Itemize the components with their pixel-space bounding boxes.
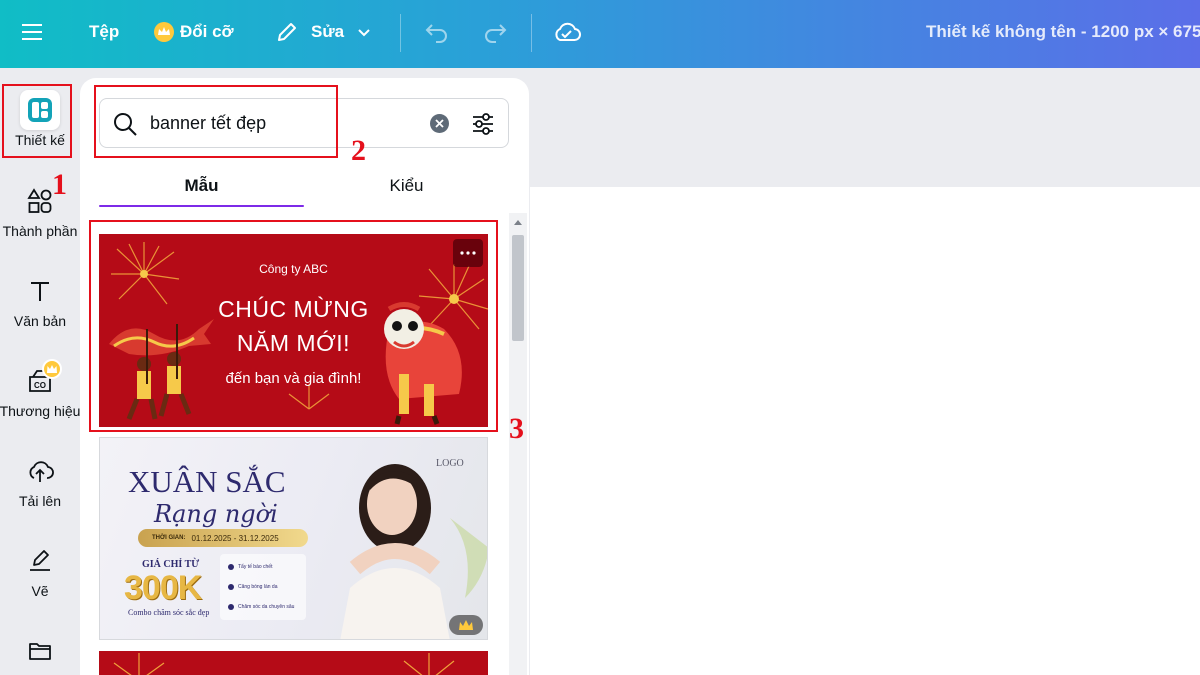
toolbar-divider (531, 14, 532, 52)
text-icon (20, 271, 60, 311)
premium-badge (449, 615, 483, 635)
save-status-button[interactable] (552, 0, 582, 64)
crown-icon (154, 22, 174, 42)
benefits-list: Tẩy tế bào chết Căng bóng làn da Chăm só… (220, 554, 306, 620)
top-toolbar: Tệp Đổi cỡ Sửa Thiết kế không tên - 1200… (0, 0, 1200, 68)
combo-text: Combo chăm sóc sắc đẹp (128, 608, 210, 617)
resize-button[interactable]: Đổi cỡ (153, 0, 234, 64)
cloud-check-icon (555, 22, 581, 41)
template-title-script: Rạng ngời (154, 500, 278, 528)
date-label: THỜI GIAN: (152, 535, 186, 541)
sidebar-item-uploads[interactable]: Tải lên (0, 451, 80, 509)
fireworks-illustration (113, 653, 455, 675)
crown-icon (459, 620, 473, 630)
resize-label: Đổi cỡ (180, 22, 234, 41)
redo-button[interactable] (482, 0, 508, 64)
template-logo-text: LOGO (436, 458, 464, 469)
sidebar-item-label: Thương hiệu (0, 403, 81, 419)
edit-menu-button[interactable]: Sửa (275, 0, 372, 64)
sidebar-item-brand[interactable]: CO Thương hiệu (0, 359, 81, 419)
clear-search-button[interactable] (430, 114, 449, 133)
sidebar-item-draw[interactable]: Vẽ (0, 541, 80, 599)
annotation-box-3 (89, 220, 498, 432)
undo-icon (425, 24, 447, 43)
sidebar-item-label: Vẽ (31, 583, 49, 599)
annotation-number-1: 1 (52, 168, 67, 201)
sidebar-item-projects[interactable] (0, 631, 80, 671)
annotation-number-3: 3 (509, 412, 524, 445)
sidebar-item-label: Văn bản (13, 313, 67, 329)
benefit-item: Tẩy tế bào chết (228, 564, 272, 570)
sidebar-item-text[interactable]: Văn bản (0, 271, 80, 329)
date-range: 01.12.2025 - 31.12.2025 (191, 533, 279, 543)
left-sidebar: Thiết kế Thành phần Văn bản CO Thương hi… (0, 68, 80, 675)
scroll-up-arrow-icon[interactable] (513, 218, 523, 226)
scrollbar-thumb[interactable] (512, 235, 524, 341)
benefit-item: Căng bóng làn da (228, 584, 277, 590)
template-date-pill: THỜI GIAN: 01.12.2025 - 31.12.2025 (138, 529, 308, 547)
menu-button[interactable] (22, 0, 44, 64)
hamburger-icon (22, 24, 42, 40)
template-title: XUÂN SẮC (128, 464, 286, 499)
annotation-box-1 (2, 84, 72, 158)
file-menu-button[interactable]: Tệp (89, 0, 119, 64)
filter-sliders-icon[interactable] (470, 111, 496, 137)
tab-styles[interactable]: Kiểu (304, 166, 509, 206)
toolbar-divider (400, 14, 401, 52)
benefit-item: Chăm sóc da chuyên sâu (228, 604, 294, 610)
design-canvas[interactable] (530, 187, 1200, 675)
template-card-partial[interactable] (99, 651, 488, 675)
folder-icon (20, 631, 60, 671)
upload-icon (20, 451, 60, 491)
annotation-number-2: 2 (351, 134, 366, 167)
document-title[interactable]: Thiết kế không tên - 1200 px × 675 px (926, 0, 1200, 64)
active-tab-indicator (99, 205, 304, 207)
pencil-icon (278, 23, 296, 41)
redo-icon (485, 24, 507, 43)
sidebar-item-label: Thành phần (2, 223, 78, 239)
edit-menu-label: Sửa (311, 22, 345, 41)
price-value: 300K (124, 569, 202, 607)
close-icon (435, 119, 444, 128)
undo-button[interactable] (424, 0, 450, 64)
file-menu-label: Tệp (89, 22, 120, 41)
draw-icon (20, 541, 60, 581)
annotation-box-2 (94, 85, 338, 158)
svg-text:CO: CO (34, 381, 46, 390)
tab-templates[interactable]: Mẫu (99, 166, 304, 206)
chevron-down-icon (358, 29, 370, 37)
panel-tabs: Mẫu Kiểu (99, 166, 509, 208)
template-card-xuan-sac[interactable]: LOGO XUÂN SẮC Rạng ngời THỜI GIAN: 01.12… (99, 437, 488, 640)
sidebar-item-elements[interactable]: Thành phần (0, 181, 80, 239)
sidebar-item-label: Tải lên (18, 493, 62, 509)
premium-crown-icon (42, 359, 62, 379)
